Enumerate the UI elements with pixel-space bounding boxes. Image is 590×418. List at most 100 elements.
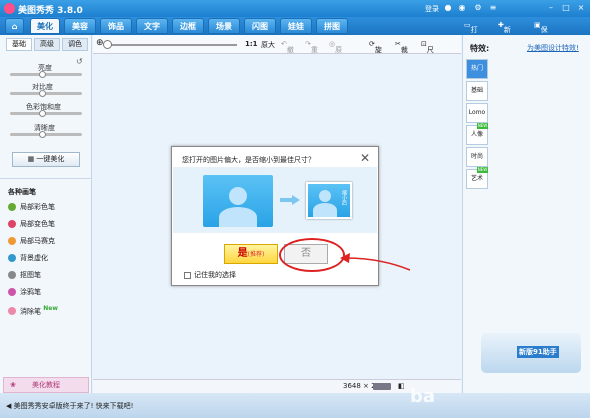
- highlight-circle: [279, 238, 345, 272]
- menu-icon[interactable]: ≡: [488, 3, 498, 13]
- eraser-icon: [8, 307, 16, 316]
- settings-icon[interactable]: ⚙: [473, 3, 483, 13]
- brush-blur-bg[interactable]: 背景虚化: [8, 252, 48, 264]
- sharpness-slider[interactable]: [10, 133, 82, 136]
- cutout-icon: [8, 271, 16, 279]
- brush-doodle[interactable]: 涂鸦笔: [8, 286, 41, 298]
- canvas-toolbar: ⊕ 1:1 原大 ↶撤销 ↷重做 ◎原图 ⟳旋转 ✂裁剪 ⊡尺寸: [93, 35, 461, 64]
- sharpness-knob[interactable]: [39, 131, 46, 138]
- saturation-slider[interactable]: [10, 112, 82, 115]
- new-button[interactable]: ✚ 新建: [498, 21, 511, 44]
- tab-text[interactable]: 文字: [136, 18, 168, 34]
- brushes-title: 各种画笔: [8, 188, 36, 196]
- redo-button[interactable]: ↷重做: [305, 40, 318, 64]
- effects-title: 特效:: [470, 44, 490, 53]
- exif-icon[interactable]: [373, 383, 391, 390]
- tab-scene[interactable]: 场景: [208, 18, 240, 34]
- zoom-knob[interactable]: [103, 40, 112, 49]
- effect-tab-basic[interactable]: 基础: [466, 81, 488, 101]
- large-image-icon: [203, 175, 273, 227]
- ratio-button[interactable]: 1:1: [245, 40, 258, 48]
- small-image-icon: 缩小后: [306, 182, 352, 219]
- speaker-icon: ◀: [6, 402, 14, 410]
- subtab-basic[interactable]: 基础: [6, 38, 32, 51]
- effect-tab-portrait[interactable]: 人像 NEW: [466, 123, 488, 145]
- brightness-knob[interactable]: [39, 71, 46, 78]
- dialog-illustration: 缩小后: [173, 167, 377, 233]
- promo-banner[interactable]: 新版91助手: [481, 333, 581, 373]
- dialog-close-icon[interactable]: ✕: [360, 151, 370, 165]
- brush-eraser[interactable]: 消除笔 New: [8, 303, 58, 316]
- minimize-icon[interactable]: –: [546, 3, 556, 13]
- saturation-knob[interactable]: [39, 110, 46, 117]
- mosaic-icon: [8, 237, 16, 245]
- brush-local-color[interactable]: 局部彩色笔: [8, 201, 55, 213]
- tab-collage[interactable]: 拼图: [316, 18, 348, 34]
- app-logo-icon: [4, 3, 15, 14]
- effect-tab-art[interactable]: 艺术 NEW: [466, 167, 488, 189]
- color-brush-icon: [8, 203, 16, 211]
- effect-tab-fashion[interactable]: 时尚: [466, 147, 488, 167]
- main-tabs: ⌂ 美化 美容 饰品 文字 边框 场景 闪图 娃娃 拼图 ▭ 打开 ✚ 新建 ▣…: [0, 17, 590, 74]
- contrast-slider[interactable]: [10, 92, 82, 95]
- status-bar: 3648 × 2736 ◧: [93, 379, 461, 393]
- contrast-knob[interactable]: [39, 90, 46, 97]
- change-brush-icon: [8, 220, 16, 228]
- brush-local-change[interactable]: 局部变色笔: [8, 218, 55, 230]
- save-share-button[interactable]: ▣ 保存与分享: [534, 21, 548, 74]
- dialog-message: 您打开的图片偏大，是否缩小到最佳尺寸？: [182, 156, 315, 164]
- bottom-bar: ◀ 美图秀秀安卓版终于来了! 快来下载吧!: [0, 393, 590, 418]
- brush-cutout[interactable]: 抠图笔: [8, 269, 41, 281]
- new-badge: NEW: [477, 167, 488, 173]
- tutorial-button[interactable]: ❀ 美化教程: [3, 377, 89, 393]
- tab-frame[interactable]: 边框: [172, 18, 204, 34]
- design-effects-link[interactable]: 为美图设计特效!: [527, 43, 579, 53]
- new-badge: New: [43, 305, 58, 312]
- subtab-color[interactable]: 调色: [62, 38, 88, 51]
- compare-icon[interactable]: ◧: [398, 382, 405, 390]
- open-button[interactable]: ▭ 打开: [464, 21, 478, 44]
- tab-beauty[interactable]: 美容: [64, 18, 96, 34]
- remember-choice-checkbox[interactable]: 记住我的选择: [184, 270, 236, 280]
- checkbox-icon: [184, 271, 191, 279]
- user-icon[interactable]: ◉: [457, 3, 467, 13]
- login-link[interactable]: 登录: [425, 4, 439, 14]
- tutorial-icon: ❀: [10, 381, 16, 389]
- resize-prompt-dialog: 您打开的图片偏大，是否缩小到最佳尺寸？ ✕ 缩小后 是(推荐) 否 记住我的选择: [171, 146, 379, 286]
- effect-tab-hot[interactable]: 热门: [466, 59, 488, 79]
- resize-button[interactable]: ⊡尺寸: [421, 40, 434, 64]
- maximize-icon[interactable]: □: [561, 3, 571, 13]
- doodle-icon: [8, 288, 16, 296]
- brush-mosaic[interactable]: 局部马赛克: [8, 235, 55, 247]
- blur-icon: [8, 254, 16, 262]
- zoom-slider[interactable]: [107, 44, 237, 46]
- reset-image-button[interactable]: ◎原图: [329, 40, 342, 64]
- tab-beautify[interactable]: 美化: [30, 18, 60, 34]
- watermark: ba: [410, 386, 436, 407]
- new-badge: NEW: [477, 123, 488, 129]
- subtab-advanced[interactable]: 高级: [34, 38, 60, 51]
- thumb-label: 缩小后: [341, 190, 347, 205]
- undo-button[interactable]: ↶撤销: [281, 40, 294, 64]
- bottom-tip[interactable]: ◀ 美图秀秀安卓版终于来了! 快来下载吧!: [6, 401, 133, 411]
- close-window-icon[interactable]: ×: [576, 3, 586, 13]
- tab-home[interactable]: ⌂: [5, 18, 24, 34]
- home-icon: ⌂: [11, 22, 18, 31]
- app-title: 美图秀秀 3.8.0: [18, 6, 83, 16]
- tab-flash[interactable]: 闪图: [244, 18, 276, 34]
- left-panel: 基础 高级 调色 ↺ 亮度 对比度 色彩饱和度 清晰度 ▦ 一键美化 各种画笔 …: [0, 35, 92, 418]
- rotate-button[interactable]: ⟳旋转: [369, 40, 382, 64]
- tab-doll[interactable]: 娃娃: [280, 18, 312, 34]
- title-bar: 美图秀秀 3.8.0 登录 ● ◉ ⚙ ≡ – □ ×: [0, 0, 590, 17]
- crop-button[interactable]: ✂裁剪: [395, 40, 408, 64]
- arrow-right-icon: [280, 195, 300, 205]
- brightness-slider[interactable]: [10, 73, 82, 76]
- original-size-button[interactable]: 原大: [261, 40, 275, 50]
- yes-button[interactable]: 是(推荐): [224, 244, 278, 264]
- tab-accessories[interactable]: 饰品: [100, 18, 132, 34]
- reset-sliders-icon[interactable]: ↺: [76, 57, 83, 66]
- divider: [0, 178, 92, 179]
- effect-tab-lomo[interactable]: Lomo: [466, 103, 488, 123]
- one-key-beautify-button[interactable]: ▦ 一键美化: [12, 152, 80, 167]
- qq-icon[interactable]: ●: [443, 3, 453, 13]
